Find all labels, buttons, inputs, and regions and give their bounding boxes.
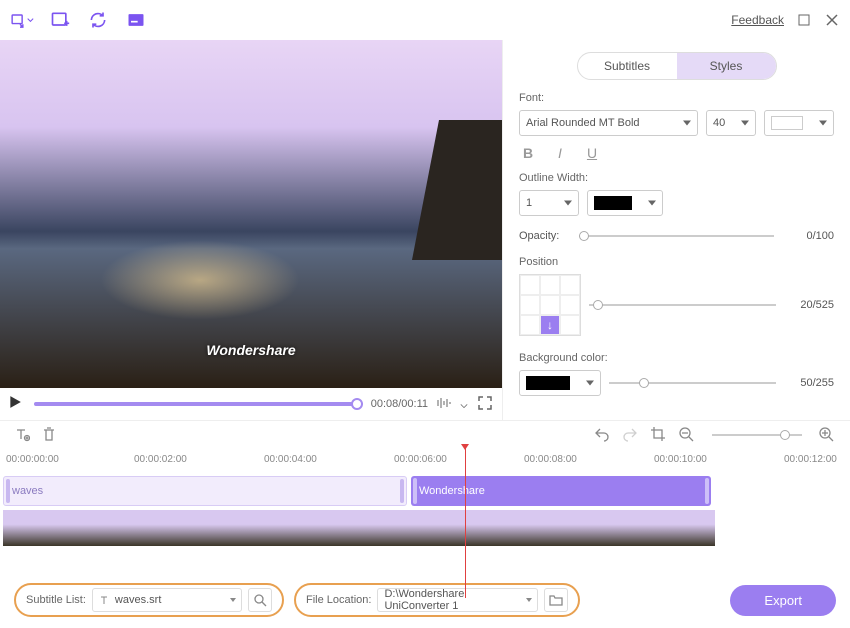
undo-icon[interactable] bbox=[594, 426, 612, 444]
subtitle-list-select[interactable]: waves.srt bbox=[92, 588, 242, 612]
outline-label: Outline Width: bbox=[519, 172, 834, 184]
timecode: 00:08/00:11 bbox=[371, 398, 428, 410]
progress-bar[interactable] bbox=[34, 402, 363, 406]
waveform-icon[interactable] bbox=[436, 396, 452, 412]
zoom-slider[interactable] bbox=[712, 434, 802, 436]
subtitle-list-label: Subtitle List: bbox=[26, 594, 86, 606]
redo-icon[interactable] bbox=[622, 426, 640, 444]
waveform-menu-icon[interactable] bbox=[460, 399, 470, 409]
position-grid[interactable]: ↓ bbox=[519, 274, 581, 336]
bgcolor-select[interactable] bbox=[519, 370, 601, 396]
opacity-value: 0/100 bbox=[784, 230, 834, 242]
play-button[interactable] bbox=[8, 395, 26, 413]
font-color-select[interactable] bbox=[764, 110, 834, 136]
bgcolor-label: Background color: bbox=[519, 352, 834, 364]
maximize-icon[interactable] bbox=[796, 12, 812, 28]
timeline-ruler[interactable]: 00:00:00:00 00:00:02:00 00:00:04:00 00:0… bbox=[0, 454, 850, 474]
add-text-icon[interactable] bbox=[14, 426, 32, 444]
underline-button[interactable]: U bbox=[583, 144, 601, 162]
font-size-select[interactable]: 40 bbox=[706, 110, 756, 136]
position-label: Position bbox=[519, 256, 834, 268]
file-location-label: File Location: bbox=[306, 594, 371, 606]
zoom-in-icon[interactable] bbox=[818, 426, 836, 444]
export-button[interactable]: Export bbox=[730, 585, 836, 616]
close-icon[interactable] bbox=[824, 12, 840, 28]
fullscreen-icon[interactable] bbox=[478, 396, 494, 412]
opacity-label: Opacity: bbox=[519, 230, 569, 242]
style-panel: Subtitles Styles Font: Arial Rounded MT … bbox=[502, 40, 850, 420]
subtitle-clip-2[interactable]: Wondershare bbox=[411, 476, 711, 506]
bold-button[interactable]: B bbox=[519, 144, 537, 162]
crop-icon[interactable] bbox=[650, 426, 668, 444]
tab-styles[interactable]: Styles bbox=[677, 53, 776, 79]
opacity-slider[interactable] bbox=[579, 235, 774, 237]
outline-color-select[interactable] bbox=[587, 190, 663, 216]
feedback-link[interactable]: Feedback bbox=[731, 13, 784, 27]
add-media-icon[interactable] bbox=[48, 8, 72, 32]
subtitle-clip-1[interactable]: waves bbox=[3, 476, 407, 506]
caption-icon[interactable] bbox=[124, 8, 148, 32]
delete-icon[interactable] bbox=[42, 426, 60, 444]
position-bottom-center[interactable]: ↓ bbox=[540, 315, 560, 335]
file-location-select[interactable]: D:\Wondershare UniConverter 1 bbox=[377, 588, 538, 612]
bgcolor-slider[interactable] bbox=[609, 382, 776, 384]
outline-width-select[interactable]: 1 bbox=[519, 190, 579, 216]
playhead[interactable] bbox=[465, 448, 466, 598]
zoom-out-icon[interactable] bbox=[678, 426, 696, 444]
subtitle-list-group: Subtitle List: waves.srt bbox=[14, 583, 284, 617]
import-media-icon[interactable] bbox=[10, 8, 34, 32]
watermark-text: Wondershare bbox=[206, 342, 295, 358]
video-track[interactable] bbox=[3, 510, 715, 546]
position-slider[interactable] bbox=[589, 304, 776, 306]
font-select[interactable]: Arial Rounded MT Bold bbox=[519, 110, 698, 136]
browse-folder-icon[interactable] bbox=[544, 588, 568, 612]
search-subtitle-icon[interactable] bbox=[248, 588, 272, 612]
italic-button[interactable]: I bbox=[551, 144, 569, 162]
file-location-group: File Location: D:\Wondershare UniConvert… bbox=[294, 583, 580, 617]
sync-icon[interactable] bbox=[86, 8, 110, 32]
bgcolor-value: 50/255 bbox=[784, 377, 834, 389]
position-value: 20/525 bbox=[784, 299, 834, 311]
font-label: Font: bbox=[519, 92, 834, 104]
video-preview[interactable]: Wondershare bbox=[0, 40, 502, 388]
tab-subtitles[interactable]: Subtitles bbox=[578, 53, 677, 79]
